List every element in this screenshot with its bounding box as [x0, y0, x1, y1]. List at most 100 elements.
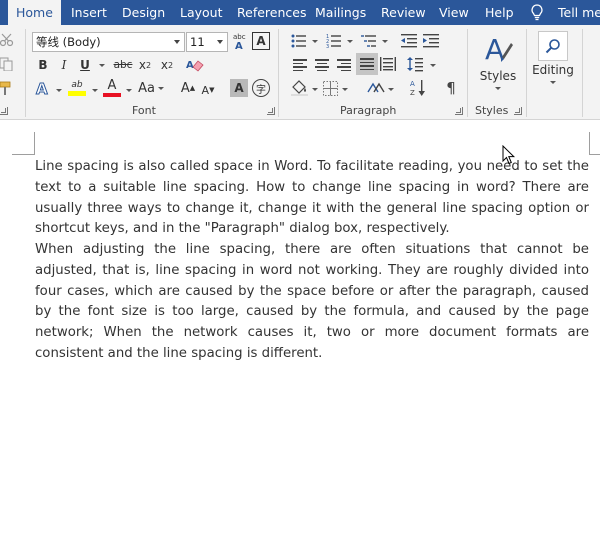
chevron-down-icon [311, 87, 318, 91]
chevron-down-icon [157, 86, 164, 90]
superscript-button[interactable]: x2 [158, 55, 176, 75]
chevron-down-icon [55, 88, 62, 92]
margin-corner-right [589, 154, 600, 155]
chevron-down-icon [429, 63, 436, 67]
show-formatting-marks-button[interactable]: ¶ [443, 78, 459, 98]
highlight-button[interactable]: ab [66, 77, 88, 99]
format-painter-icon[interactable] [0, 81, 14, 95]
tab-view[interactable]: View [439, 0, 469, 25]
text-effects-icon[interactable]: A [34, 79, 52, 98]
shrink-arrow-icon: ▼ [209, 86, 215, 94]
sort-icon[interactable]: A Z [410, 79, 427, 97]
multilevel-list-icon[interactable] [361, 34, 377, 48]
justify-button[interactable] [356, 53, 378, 75]
multilevel-list-dropdown[interactable] [378, 31, 388, 51]
borders-icon[interactable] [323, 81, 338, 96]
font-size-combo[interactable]: 11 [186, 32, 228, 52]
font-name-value: 等线 (Body) [36, 35, 101, 49]
subscript-button[interactable]: x2 [136, 55, 154, 75]
change-case-button[interactable]: Aa [137, 78, 165, 98]
highlight-glyph: ab [71, 80, 83, 90]
numbering-icon[interactable]: 1 2 3 [326, 34, 342, 48]
align-left-button[interactable] [291, 55, 309, 75]
superscript-index: 2 [168, 60, 174, 70]
highlight-dropdown[interactable] [88, 80, 98, 100]
document-paragraph[interactable]: Line spacing is also called space in Wor… [35, 157, 589, 240]
paragraph-dialog-launcher[interactable] [455, 107, 463, 115]
copy-icon[interactable] [0, 57, 14, 71]
enclose-characters-button[interactable]: 字 [252, 79, 270, 97]
text-effects-dropdown[interactable] [52, 80, 62, 100]
font-color-dropdown[interactable] [122, 80, 132, 100]
font-size-value: 11 [190, 35, 205, 49]
bold-button[interactable]: B [34, 55, 52, 75]
chevron-down-icon [495, 87, 501, 90]
svg-text:Z: Z [410, 89, 415, 97]
numbering-dropdown[interactable] [343, 31, 353, 51]
highlight-color-bar [68, 91, 86, 96]
editing-button[interactable]: Editing [532, 31, 574, 84]
cut-icon[interactable] [0, 33, 14, 47]
svg-text:abc: abc [233, 33, 246, 41]
tell-me-search[interactable]: Tell me [558, 0, 600, 25]
change-case-compact-button[interactable]: abc A [232, 31, 248, 51]
tab-layout[interactable]: Layout [180, 0, 223, 25]
line-spacing-dropdown[interactable] [426, 55, 436, 75]
tab-references[interactable]: References [237, 0, 306, 25]
divider [526, 29, 527, 117]
borders-dropdown[interactable] [338, 79, 348, 99]
search-icon [545, 39, 560, 54]
document-paragraph[interactable]: When adjusting the line spacing, there a… [35, 240, 589, 365]
shading-dropdown[interactable] [308, 79, 318, 99]
tab-design[interactable]: Design [122, 0, 165, 25]
increase-indent-icon[interactable] [422, 33, 440, 48]
tab-mailings[interactable]: Mailings [315, 0, 366, 25]
styles-dialog-launcher[interactable] [514, 107, 522, 115]
font-name-combo[interactable]: 等线 (Body) [32, 32, 185, 52]
editing-icon-box [538, 31, 568, 61]
underline-button[interactable]: U [76, 55, 94, 75]
tab-home[interactable]: Home [8, 0, 61, 25]
clear-format-glyph: A [186, 60, 194, 71]
shrink-font-glyph: A [201, 83, 210, 97]
bullets-dropdown[interactable] [308, 31, 318, 51]
grow-font-button[interactable]: A ▲ [180, 78, 196, 98]
line-spacing-icon[interactable] [407, 56, 423, 72]
tab-review[interactable]: Review [381, 0, 426, 25]
eraser-icon[interactable]: A [186, 58, 204, 73]
shading-icon[interactable] [291, 79, 308, 96]
align-right-button[interactable] [335, 55, 353, 75]
underline-dropdown[interactable] [95, 55, 105, 75]
clipboard-dialog-launcher[interactable] [0, 107, 8, 115]
chevron-down-icon [550, 81, 556, 84]
change-case-glyph: Aa [138, 80, 155, 96]
chevron-down-icon [125, 88, 132, 92]
asian-layout-icon[interactable] [367, 80, 385, 96]
chevron-down-icon [98, 63, 105, 67]
mouse-pointer-icon [502, 145, 516, 165]
grow-font-glyph: A [180, 80, 190, 96]
lightbulb-icon[interactable] [530, 4, 544, 21]
asian-layout-dropdown[interactable] [384, 79, 394, 99]
italic-button[interactable]: I [55, 55, 73, 75]
chevron-down-icon [381, 39, 388, 43]
styles-button[interactable]: A Styles [479, 31, 517, 90]
tab-insert[interactable]: Insert [71, 0, 107, 25]
font-dialog-launcher[interactable] [267, 107, 275, 115]
svg-text:A: A [410, 80, 415, 88]
decrease-indent-icon[interactable] [400, 33, 418, 48]
align-center-button[interactable] [313, 55, 331, 75]
character-shading-button[interactable]: A [230, 79, 248, 97]
margin-corner-left [12, 154, 35, 155]
font-color-button[interactable]: A [102, 77, 122, 99]
shrink-font-button[interactable]: A ▼ [200, 80, 216, 100]
character-border-button[interactable]: A [252, 32, 270, 50]
strikethrough-button[interactable]: abc [112, 55, 134, 75]
divider [278, 29, 279, 117]
svg-text:A: A [36, 80, 48, 97]
distributed-icon[interactable] [380, 57, 396, 71]
document-canvas[interactable]: Line spacing is also called space in Wor… [0, 121, 600, 560]
bullets-icon[interactable] [291, 34, 307, 48]
tab-help[interactable]: Help [485, 0, 514, 25]
editing-label: Editing [532, 63, 574, 77]
